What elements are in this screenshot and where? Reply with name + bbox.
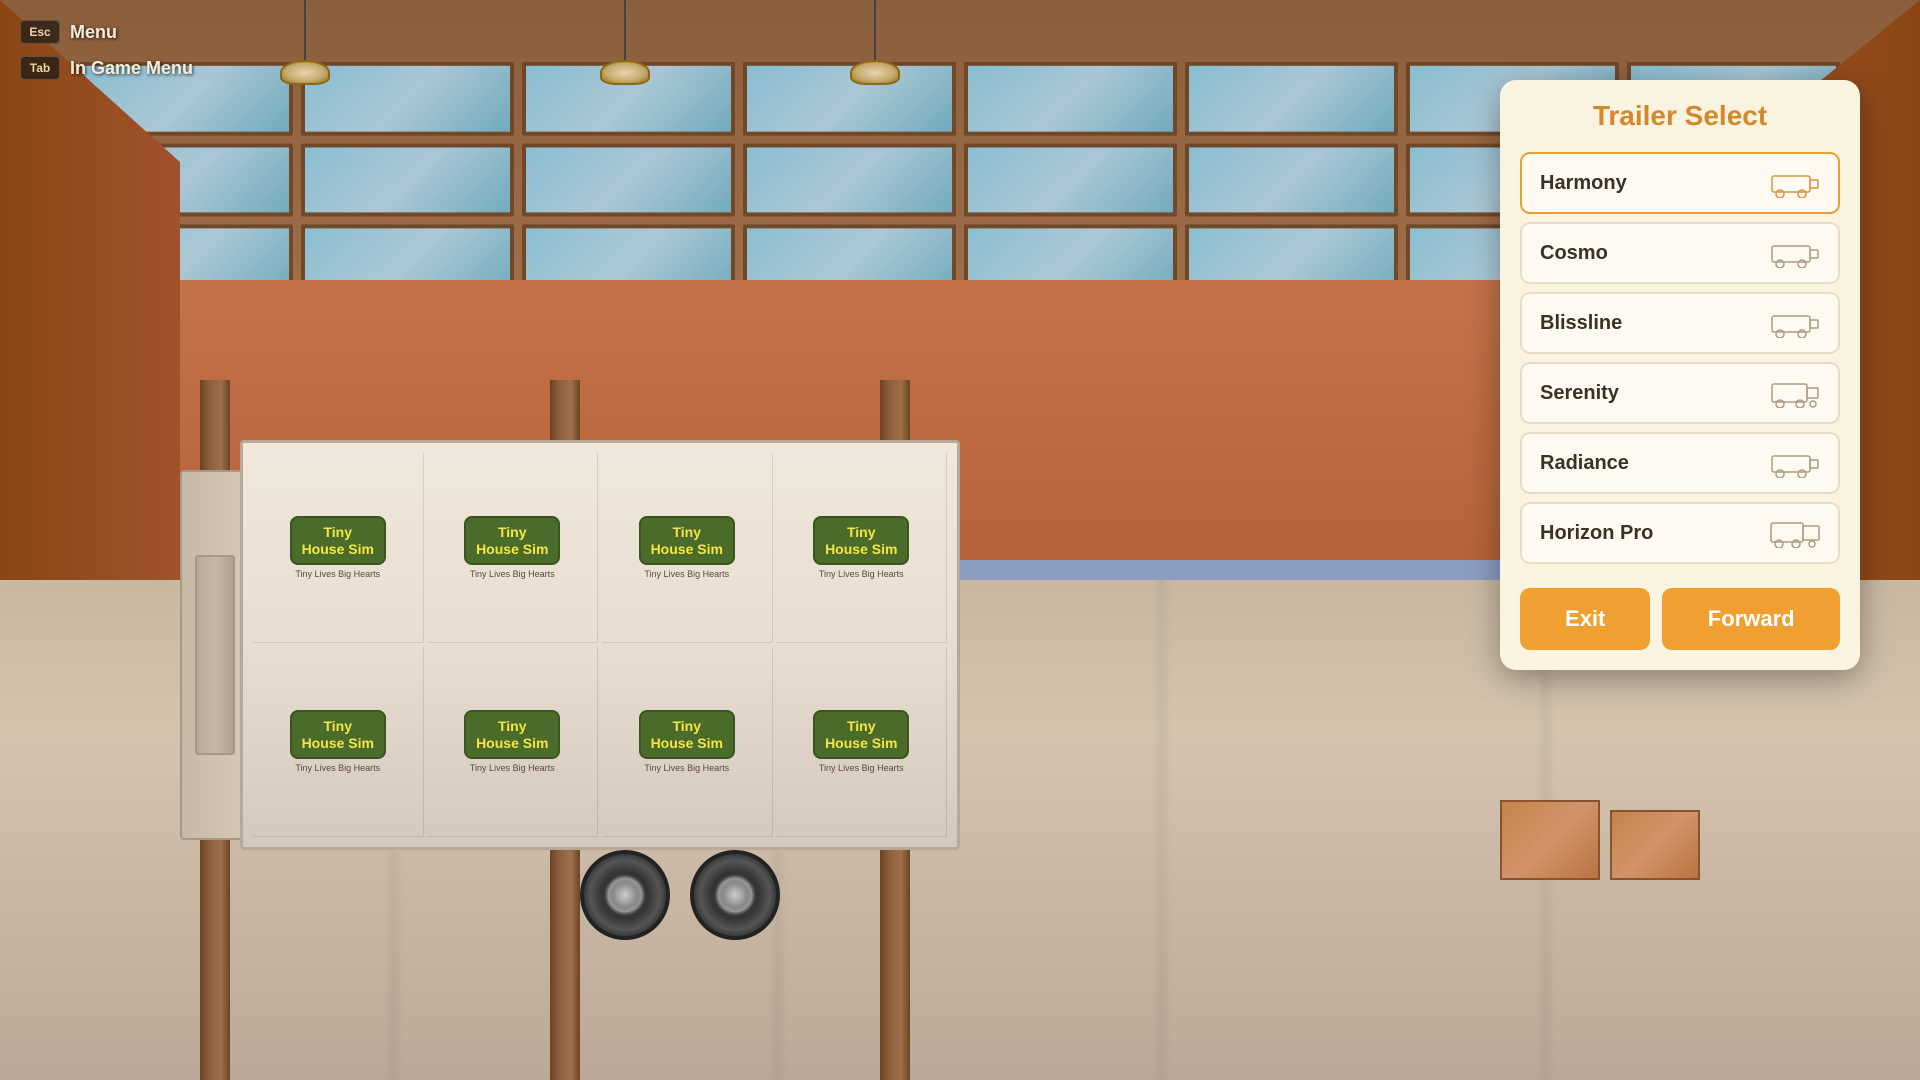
shortcut-menu: Esc Menu	[20, 20, 193, 44]
brand-logo: TinyHouse Sim	[813, 710, 909, 760]
box	[1610, 810, 1700, 880]
trailer-option-radiance[interactable]: Radiance	[1520, 432, 1840, 494]
brand-tagline: Tiny Lives Big Hearts	[644, 763, 729, 773]
menu-label: Menu	[70, 22, 117, 43]
brand-logo: TinyHouse Sim	[639, 516, 735, 566]
brand-tagline: Tiny Lives Big Hearts	[470, 763, 555, 773]
wheel	[580, 850, 670, 940]
trailer-option-blissline[interactable]: Blissline	[1520, 292, 1840, 354]
trailer-icon-cosmo	[1770, 238, 1820, 268]
brand-tagline: Tiny Lives Big Hearts	[295, 569, 380, 579]
trailer-branding-grid: TinyHouse Sim Tiny Lives Big Hearts Tiny…	[253, 453, 947, 837]
trailer-vehicle-icon	[1770, 448, 1820, 478]
trailer-select-panel: Trailer Select Harmony Cosmo	[1500, 80, 1860, 670]
trailer-option-harmony[interactable]: Harmony	[1520, 152, 1840, 214]
trailer-vehicle-icon	[1770, 168, 1820, 198]
trailer-vehicle-icon	[1770, 518, 1820, 548]
brand-tagline: Tiny Lives Big Hearts	[470, 569, 555, 579]
trailer-vehicle-icon	[1770, 378, 1820, 408]
brand-tagline: Tiny Lives Big Hearts	[819, 569, 904, 579]
panel-buttons: Exit Forward	[1520, 588, 1840, 650]
keyboard-shortcuts: Esc Menu Tab In Game Menu	[20, 20, 193, 80]
trailer-icon-horizon-pro	[1770, 518, 1820, 548]
light-fixture	[280, 0, 330, 85]
trailer-icon-radiance	[1770, 448, 1820, 478]
brand-cell: TinyHouse Sim Tiny Lives Big Hearts	[777, 647, 948, 837]
trailer-name-harmony: Harmony	[1540, 172, 1627, 195]
trailer-option-horizon-pro[interactable]: Horizon Pro	[1520, 502, 1840, 564]
trailer-option-cosmo[interactable]: Cosmo	[1520, 222, 1840, 284]
trailer-icon-serenity	[1770, 378, 1820, 408]
brand-cell: TinyHouse Sim Tiny Lives Big Hearts	[777, 453, 948, 643]
brand-cell: TinyHouse Sim Tiny Lives Big Hearts	[602, 453, 773, 643]
brand-logo: TinyHouse Sim	[290, 516, 386, 566]
brand-tagline: Tiny Lives Big Hearts	[295, 763, 380, 773]
esc-key-badge: Esc	[20, 20, 60, 44]
trailer-wheels	[580, 850, 780, 940]
trailer-vehicle-icon	[1770, 308, 1820, 338]
shortcut-ingame-menu: Tab In Game Menu	[20, 56, 193, 80]
trailer-list: Harmony Cosmo	[1520, 152, 1840, 564]
light-fixture	[600, 0, 650, 85]
trailer-option-serenity[interactable]: Serenity	[1520, 362, 1840, 424]
trailer-name-radiance: Radiance	[1540, 452, 1629, 475]
trailer-icon-harmony	[1770, 168, 1820, 198]
ingame-menu-label: In Game Menu	[70, 58, 193, 79]
trailer-name-serenity: Serenity	[1540, 382, 1619, 405]
brand-cell: TinyHouse Sim Tiny Lives Big Hearts	[428, 453, 599, 643]
brand-logo: TinyHouse Sim	[813, 516, 909, 566]
trailer: TinyHouse Sim Tiny Lives Big Hearts Tiny…	[180, 440, 960, 940]
brand-tagline: Tiny Lives Big Hearts	[819, 763, 904, 773]
trailer-door	[195, 555, 235, 755]
exit-button[interactable]: Exit	[1520, 588, 1650, 650]
trailer-name-cosmo: Cosmo	[1540, 242, 1608, 265]
brand-tagline: Tiny Lives Big Hearts	[644, 569, 729, 579]
wheel	[690, 850, 780, 940]
brand-logo: TinyHouse Sim	[464, 710, 560, 760]
brand-logo: TinyHouse Sim	[464, 516, 560, 566]
brand-cell: TinyHouse Sim Tiny Lives Big Hearts	[428, 647, 599, 837]
trailer-icon-blissline	[1770, 308, 1820, 338]
brand-cell: TinyHouse Sim Tiny Lives Big Hearts	[253, 647, 424, 837]
brand-cell: TinyHouse Sim Tiny Lives Big Hearts	[253, 453, 424, 643]
tab-key-badge: Tab	[20, 56, 60, 80]
box	[1500, 800, 1600, 880]
brand-cell: TinyHouse Sim Tiny Lives Big Hearts	[602, 647, 773, 837]
trailer-vehicle-icon	[1770, 238, 1820, 268]
trailer-name-horizon-pro: Horizon Pro	[1540, 522, 1653, 545]
brand-logo: TinyHouse Sim	[290, 710, 386, 760]
trailer-name-blissline: Blissline	[1540, 312, 1622, 335]
forward-button[interactable]: Forward	[1662, 588, 1840, 650]
panel-title: Trailer Select	[1520, 100, 1840, 132]
brand-logo: TinyHouse Sim	[639, 710, 735, 760]
light-fixture	[850, 0, 900, 85]
trailer-body: TinyHouse Sim Tiny Lives Big Hearts Tiny…	[240, 440, 960, 850]
